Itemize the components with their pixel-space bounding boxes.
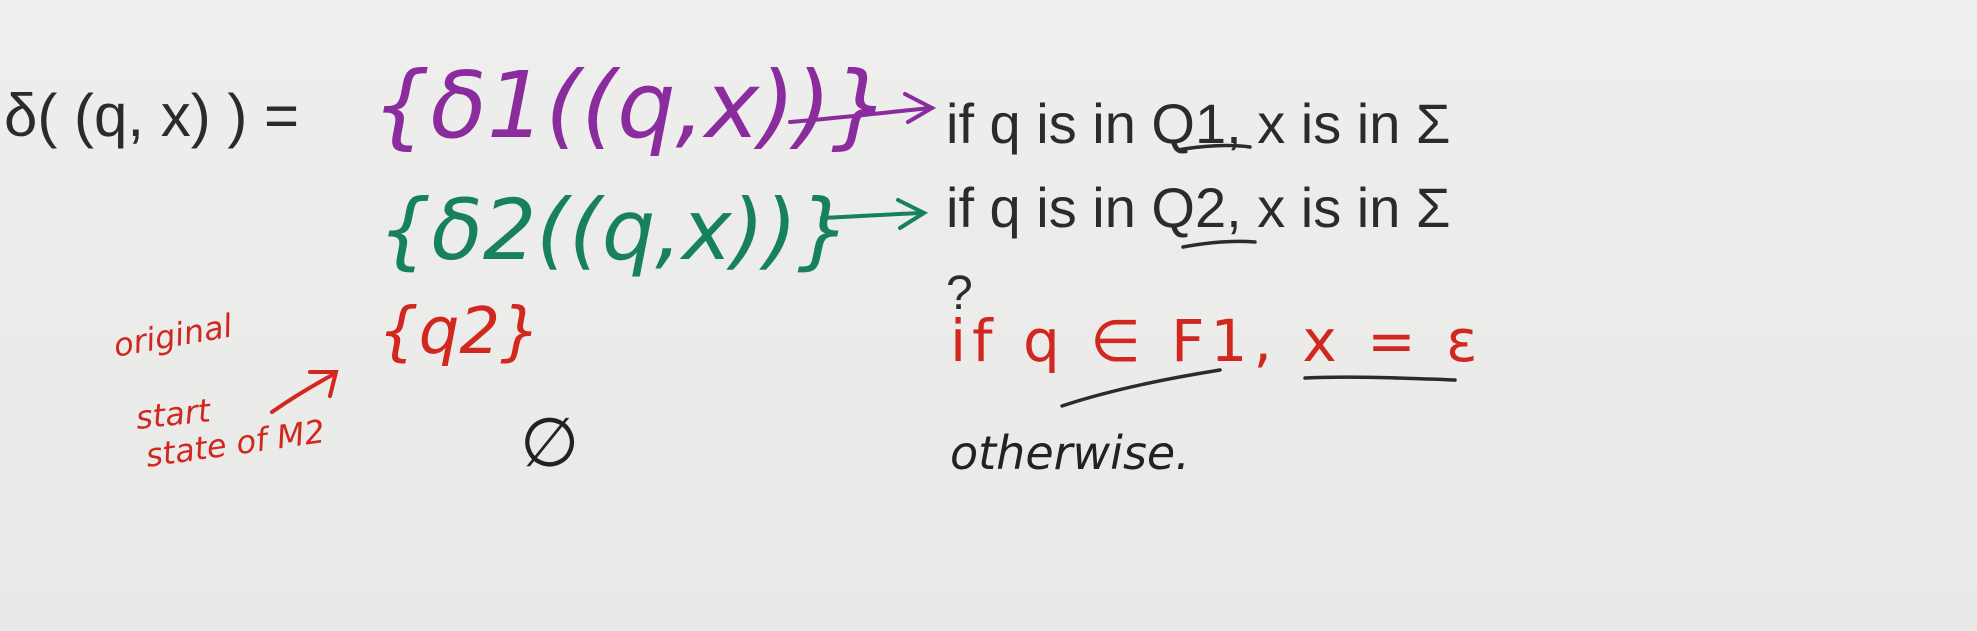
delta-lhs: δ( (q, x) ) =: [4, 82, 300, 149]
underline-mark: [1181, 239, 1257, 249]
note-line-start: start: [134, 391, 213, 437]
case4-empty-set: ∅: [520, 404, 580, 483]
underline-mark: [1303, 375, 1457, 382]
arrow-icon: [270, 370, 339, 414]
note-line-original: original: [110, 306, 236, 365]
underline-mark: [1060, 368, 1222, 408]
case2-condition: if q is in Q2, x is in Σ: [946, 176, 1451, 239]
case1-condition: if q is in Q1, x is in Σ: [946, 92, 1451, 155]
case3-condition: if q ∈ F1, x = ε: [950, 307, 1484, 375]
case2-expression: {δ2((q,x))}: [378, 181, 851, 279]
case1-expression: {δ1((q,x))}: [372, 52, 890, 159]
whiteboard: δ( (q, x) ) = {δ1((q,x))} {δ2((q,x))} {q…: [0, 0, 1977, 631]
case4-condition: otherwise.: [950, 426, 1190, 480]
case3-expression: {q2}: [378, 295, 541, 369]
